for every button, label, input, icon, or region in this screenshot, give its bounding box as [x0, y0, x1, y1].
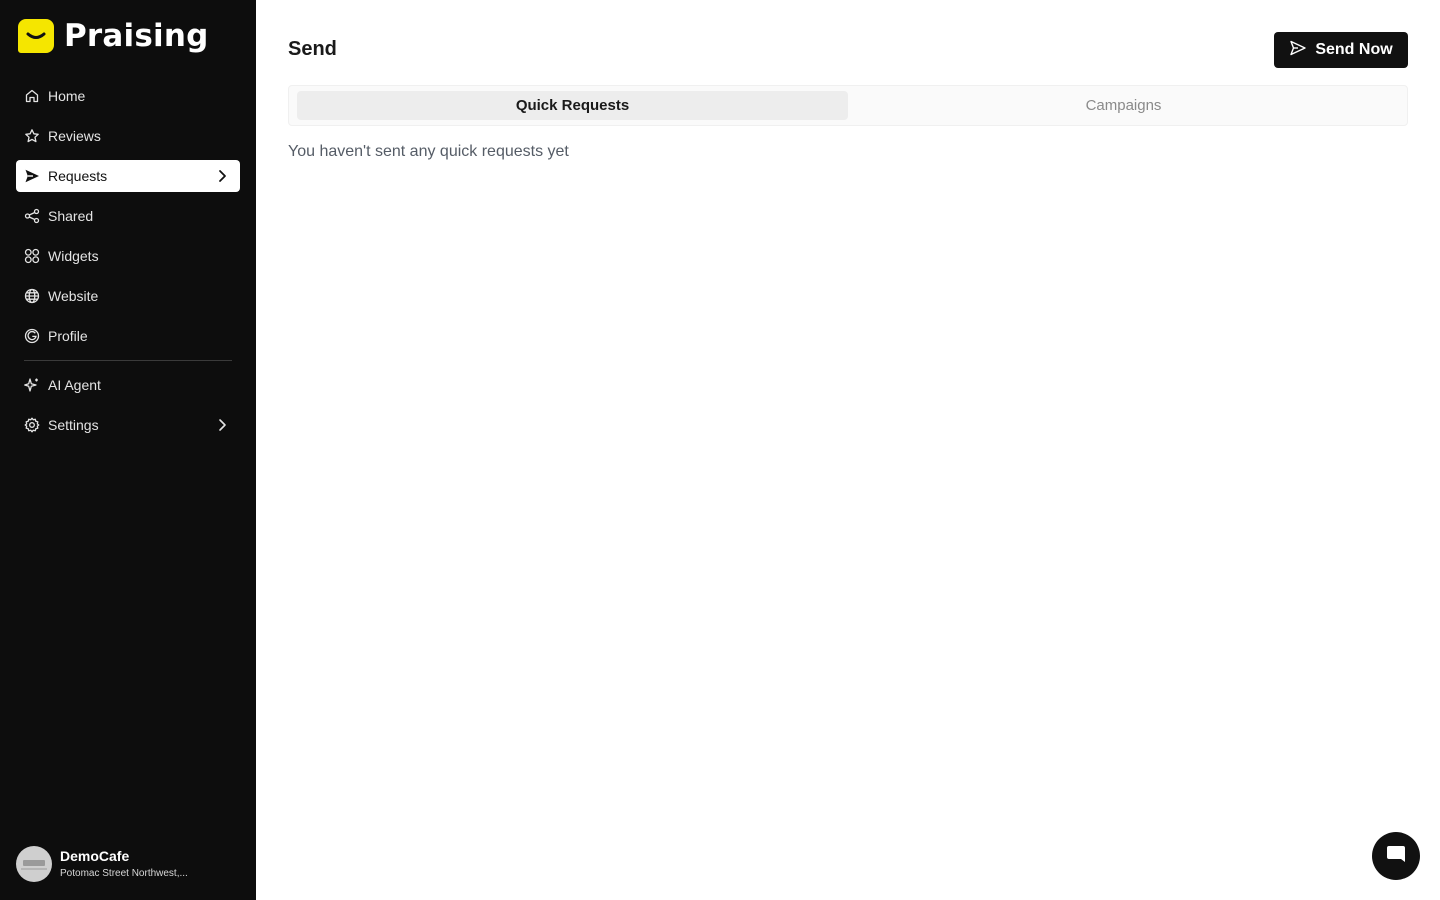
share-icon: [24, 208, 40, 224]
sidebar: Praising Home Reviews Requests Shared Wi…: [0, 0, 256, 900]
sidebar-item-label: Reviews: [48, 128, 101, 144]
sidebar-item-label: Website: [48, 288, 99, 304]
star-icon: [24, 128, 40, 144]
account-address: Potomac Street Northwest,...: [60, 868, 188, 879]
sidebar-item-label: Shared: [48, 208, 94, 224]
sidebar-divider: [24, 360, 232, 361]
sidebar-item-label: Widgets: [48, 248, 99, 264]
send-icon: [1289, 39, 1307, 62]
tab-campaigns[interactable]: Campaigns: [848, 91, 1399, 120]
widgets-icon: [24, 248, 40, 264]
send-icon: [24, 168, 40, 184]
sidebar-item-requests[interactable]: Requests: [16, 160, 240, 192]
sidebar-item-ai-agent[interactable]: AI Agent: [16, 369, 240, 401]
sidebar-item-reviews[interactable]: Reviews: [16, 120, 240, 152]
main-content: Send Send Now Quick Requests Campaigns Y…: [256, 0, 1440, 900]
request-tabs: Quick Requests Campaigns: [288, 85, 1408, 126]
sidebar-item-home[interactable]: Home: [16, 80, 240, 112]
avatar: [16, 846, 52, 882]
sidebar-nav: Home Reviews Requests Shared Widgets Web…: [16, 80, 240, 360]
google-icon: [24, 328, 40, 344]
sidebar-item-label: Settings: [48, 417, 99, 433]
chat-launcher-button[interactable]: [1372, 832, 1420, 880]
sidebar-item-label: AI Agent: [48, 377, 101, 393]
account-name: DemoCafe: [60, 848, 130, 864]
sidebar-item-widgets[interactable]: Widgets: [16, 240, 240, 272]
send-now-button[interactable]: Send Now: [1274, 32, 1408, 68]
sidebar-item-profile[interactable]: Profile: [16, 320, 240, 352]
chevron-right-icon: [214, 417, 230, 433]
sidebar-item-label: Profile: [48, 328, 88, 344]
home-icon: [24, 88, 40, 104]
chat-icon: [1385, 843, 1407, 870]
logo-icon: [18, 19, 54, 53]
sparkle-icon: [24, 377, 40, 393]
brand-logo[interactable]: Praising: [18, 18, 209, 54]
brand-name: Praising: [64, 18, 209, 54]
sidebar-secondary-nav: AI Agent Settings: [16, 369, 240, 449]
page-title: Send: [288, 38, 337, 60]
sidebar-item-label: Requests: [48, 168, 108, 184]
globe-icon: [24, 288, 40, 304]
sidebar-item-website[interactable]: Website: [16, 280, 240, 312]
account-switcher[interactable]: DemoCafe Potomac Street Northwest,...: [16, 846, 188, 882]
sidebar-item-shared[interactable]: Shared: [16, 200, 240, 232]
tab-quick-requests[interactable]: Quick Requests: [297, 91, 848, 120]
sidebar-item-label: Home: [48, 88, 86, 104]
send-now-label: Send Now: [1315, 41, 1393, 58]
sidebar-item-settings[interactable]: Settings: [16, 409, 240, 441]
gear-icon: [24, 417, 40, 433]
chevron-right-icon: [214, 168, 230, 184]
empty-state-message: You haven't sent any quick requests yet: [288, 143, 569, 160]
